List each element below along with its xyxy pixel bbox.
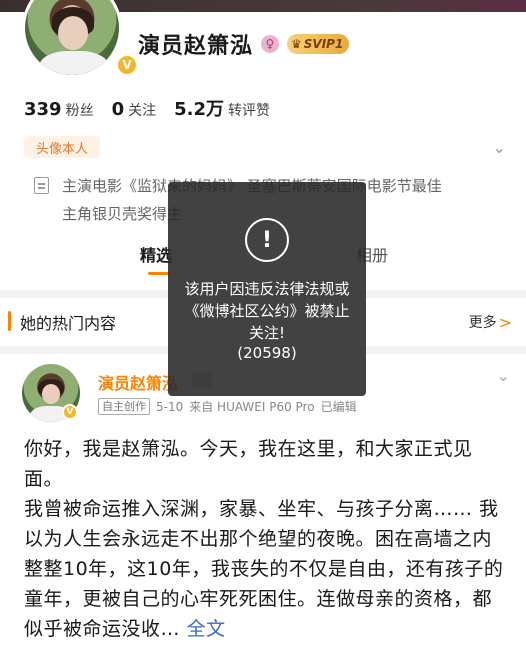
avatar[interactable]	[22, 0, 122, 78]
verified-badge-icon: V	[116, 54, 138, 76]
document-icon	[34, 177, 49, 194]
chevron-down-icon[interactable]: ⌄	[497, 366, 510, 385]
error-toast: ! 该用户因违反法律法规或《微博社区公约》被禁止关注! (20598)	[168, 182, 366, 396]
section-accent-bar	[8, 311, 11, 331]
verified-badge-icon: V	[62, 404, 78, 420]
post-meta: 自主创作 5-10 来自 HUAWEI P60 Pro 已编辑	[98, 398, 357, 415]
exclamation-icon: !	[245, 218, 289, 262]
hot-content-title: 她的热门内容	[20, 314, 117, 333]
profile-name: 演员赵箫泓	[138, 34, 254, 59]
female-icon: ♀	[261, 35, 280, 53]
crown-icon: ♛	[291, 37, 302, 51]
stat-fans-label: 粉丝	[65, 103, 94, 119]
svip-label: SVIP1	[303, 37, 344, 51]
svip-badge[interactable]: ♛ SVIP1	[287, 34, 350, 54]
profile-avatar-wrap[interactable]: V	[22, 0, 138, 78]
chevron-down-icon[interactable]: ⌄	[493, 138, 506, 157]
toast-error-code: (20598)	[237, 344, 297, 362]
stat-following[interactable]: 0 关注	[112, 99, 157, 120]
stat-fans-value: 339	[24, 99, 62, 120]
post-card[interactable]: V 演员赵箫泓 ⌄ 自主创作 5-10 来自 HUAWEI P60 Pro 已编…	[0, 354, 526, 662]
full-text-link[interactable]: 全文	[180, 618, 226, 640]
stat-interactions-value: 5.2万	[174, 99, 224, 120]
post-body: 你好，我是赵箫泓。今天，我在这里，和大家正式见面。 我曾被命运推入深渊，家暴、坐…	[24, 434, 510, 644]
post-body-text-2: 我曾被命运推入深渊，家暴、坐牢、与孩子分离…… 我以为人生会永远走不出那个绝望的…	[24, 498, 504, 640]
stat-following-value: 0	[111, 99, 125, 120]
stat-following-label: 关注	[128, 103, 157, 119]
more-label: 更多	[468, 315, 497, 331]
stat-fans[interactable]: 339 粉丝	[24, 99, 94, 120]
tag-row: 头像本人 ⌄	[24, 136, 514, 158]
name-row: 演员赵箫泓 ♀ ♛ SVIP1	[138, 28, 350, 60]
post-edited: 已编辑	[320, 400, 357, 414]
owner-tag[interactable]: 头像本人	[24, 136, 101, 158]
chevron-right-icon: >	[498, 312, 512, 332]
more-link[interactable]: 更多 >	[469, 312, 512, 332]
post-date: 5-10	[156, 399, 184, 414]
stats-row: 339 粉丝 0 关注 5.2万 转评赞	[24, 95, 288, 121]
stat-interactions-label: 转评赞	[228, 103, 270, 119]
toast-message: 该用户因违反法律法规或《微博社区公约》被禁止关注!	[184, 280, 350, 342]
post-author[interactable]: 演员赵箫泓	[98, 370, 178, 394]
post-body-paragraph-1: 你好，我是赵箫泓。今天，我在这里，和大家正式见面。	[24, 438, 473, 490]
post-body-paragraph-2: 我曾被命运推入深渊，家暴、坐牢、与孩子分离…… 我以为人生会永远走不出那个绝望的…	[24, 494, 510, 644]
original-content-tag: 自主创作	[98, 398, 150, 415]
stat-interactions[interactable]: 5.2万 转评赞	[174, 95, 270, 121]
post-source: 来自 HUAWEI P60 Pro	[189, 400, 315, 414]
